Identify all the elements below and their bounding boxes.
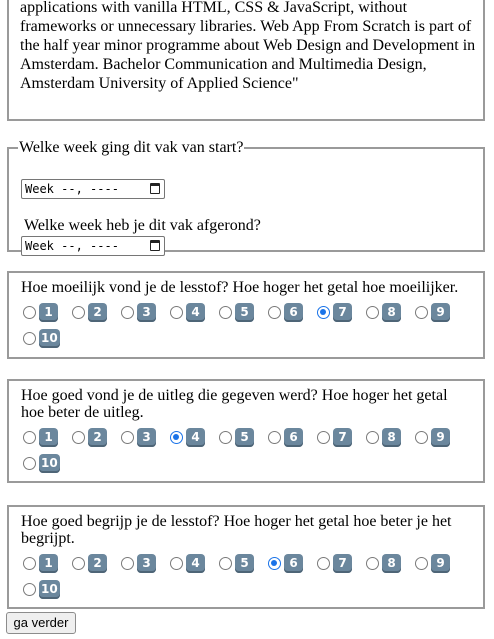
rating-radio[interactable] bbox=[23, 557, 36, 570]
keycap-number-icon: 7 bbox=[333, 554, 352, 573]
rating-radio[interactable] bbox=[366, 557, 379, 570]
keycap-number-icon: 1 bbox=[39, 303, 58, 322]
start-week-legend: Welke week ging dit vak van start? bbox=[19, 139, 244, 156]
start-week-input[interactable]: Week --, ---- bbox=[21, 179, 165, 199]
keycap-number-icon: 2 bbox=[88, 303, 107, 322]
keycap-number-icon: 4 bbox=[186, 428, 205, 447]
keycap-number-icon: 7 bbox=[333, 303, 352, 322]
keycap-number-icon: 2 bbox=[88, 428, 107, 447]
keycap-number-icon: 5 bbox=[235, 554, 254, 573]
keycap-number-icon: 6 bbox=[284, 554, 303, 573]
keycap-number-icon: 8 bbox=[382, 554, 401, 573]
start-week-value: Week --, ---- bbox=[25, 182, 119, 196]
rating-radio[interactable] bbox=[366, 306, 379, 319]
end-week-input[interactable]: Week --, ---- bbox=[21, 236, 165, 256]
rating-radio[interactable] bbox=[121, 306, 134, 319]
rating-radio[interactable] bbox=[415, 306, 428, 319]
keycap-number-icon: 10 bbox=[39, 454, 60, 473]
keycap-number-icon: 9 bbox=[431, 428, 450, 447]
keycap-number-icon: 9 bbox=[431, 303, 450, 322]
rating-radio[interactable] bbox=[170, 557, 183, 570]
rating-radio[interactable] bbox=[72, 306, 85, 319]
rating-radio[interactable] bbox=[23, 306, 36, 319]
rating-radio[interactable] bbox=[219, 557, 232, 570]
keycap-number-icon: 2 bbox=[88, 554, 107, 573]
keycap-number-icon: 10 bbox=[39, 580, 60, 599]
weeks-fieldset: Welke week ging dit vak van start? Week … bbox=[7, 139, 485, 256]
difficulty-question: Hoe moeilijk vond je de lesstof? Hoe hog… bbox=[21, 279, 459, 296]
rating-radio[interactable] bbox=[366, 431, 379, 444]
rating-radio[interactable] bbox=[72, 431, 85, 444]
rating-radio[interactable] bbox=[415, 431, 428, 444]
rating-radio[interactable] bbox=[268, 306, 281, 319]
rating-radio[interactable] bbox=[317, 306, 330, 319]
rating-radio[interactable] bbox=[268, 431, 281, 444]
rating-radio[interactable] bbox=[415, 557, 428, 570]
keycap-number-icon: 3 bbox=[137, 554, 156, 573]
end-week-value: Week --, ---- bbox=[25, 239, 119, 253]
rating-radio[interactable] bbox=[23, 583, 36, 596]
intro-text: applications with vanilla HTML, CSS & Ja… bbox=[20, 0, 476, 92]
keycap-number-icon: 6 bbox=[284, 303, 303, 322]
keycap-number-icon: 3 bbox=[137, 428, 156, 447]
rating-radio[interactable] bbox=[170, 431, 183, 444]
rating-radio[interactable] bbox=[121, 557, 134, 570]
rating-radio[interactable] bbox=[317, 431, 330, 444]
rating-radio[interactable] bbox=[72, 557, 85, 570]
keycap-number-icon: 5 bbox=[235, 428, 254, 447]
keycap-number-icon: 1 bbox=[39, 428, 58, 447]
keycap-number-icon: 8 bbox=[382, 303, 401, 322]
keycap-number-icon: 3 bbox=[137, 303, 156, 322]
keycap-number-icon: 6 bbox=[284, 428, 303, 447]
intro-section: applications with vanilla HTML, CSS & Ja… bbox=[7, 0, 485, 121]
calendar-icon[interactable] bbox=[150, 183, 160, 194]
rating-radio[interactable] bbox=[121, 431, 134, 444]
explanation-question-group: Hoe goed vond je de uitleg die gegeven w… bbox=[7, 379, 485, 483]
difficulty-question-group: Hoe moeilijk vond je de lesstof? Hoe hog… bbox=[7, 271, 485, 359]
rating-radio[interactable] bbox=[219, 431, 232, 444]
keycap-number-icon: 10 bbox=[39, 329, 60, 348]
keycap-number-icon: 8 bbox=[382, 428, 401, 447]
calendar-icon[interactable] bbox=[150, 240, 160, 251]
rating-radio[interactable] bbox=[268, 557, 281, 570]
rating-radio[interactable] bbox=[23, 332, 36, 345]
explanation-question: Hoe goed vond je de uitleg die gegeven w… bbox=[21, 387, 448, 421]
understanding-question-group: Hoe goed begrijp je de lesstof? Hoe hoge… bbox=[7, 505, 485, 609]
keycap-number-icon: 7 bbox=[333, 428, 352, 447]
rating-radio[interactable] bbox=[23, 457, 36, 470]
keycap-number-icon: 1 bbox=[39, 554, 58, 573]
rating-radio[interactable] bbox=[317, 557, 330, 570]
rating-radio[interactable] bbox=[219, 306, 232, 319]
keycap-number-icon: 4 bbox=[186, 554, 205, 573]
rating-radio[interactable] bbox=[170, 306, 183, 319]
keycap-number-icon: 9 bbox=[431, 554, 450, 573]
continue-button[interactable]: ga verder bbox=[6, 612, 76, 634]
keycap-number-icon: 5 bbox=[235, 303, 254, 322]
rating-radio[interactable] bbox=[23, 431, 36, 444]
understanding-question: Hoe goed begrijp je de lesstof? Hoe hoge… bbox=[21, 513, 452, 547]
end-week-label: Welke week heb je dit vak afgerond? bbox=[24, 217, 261, 234]
keycap-number-icon: 4 bbox=[186, 303, 205, 322]
